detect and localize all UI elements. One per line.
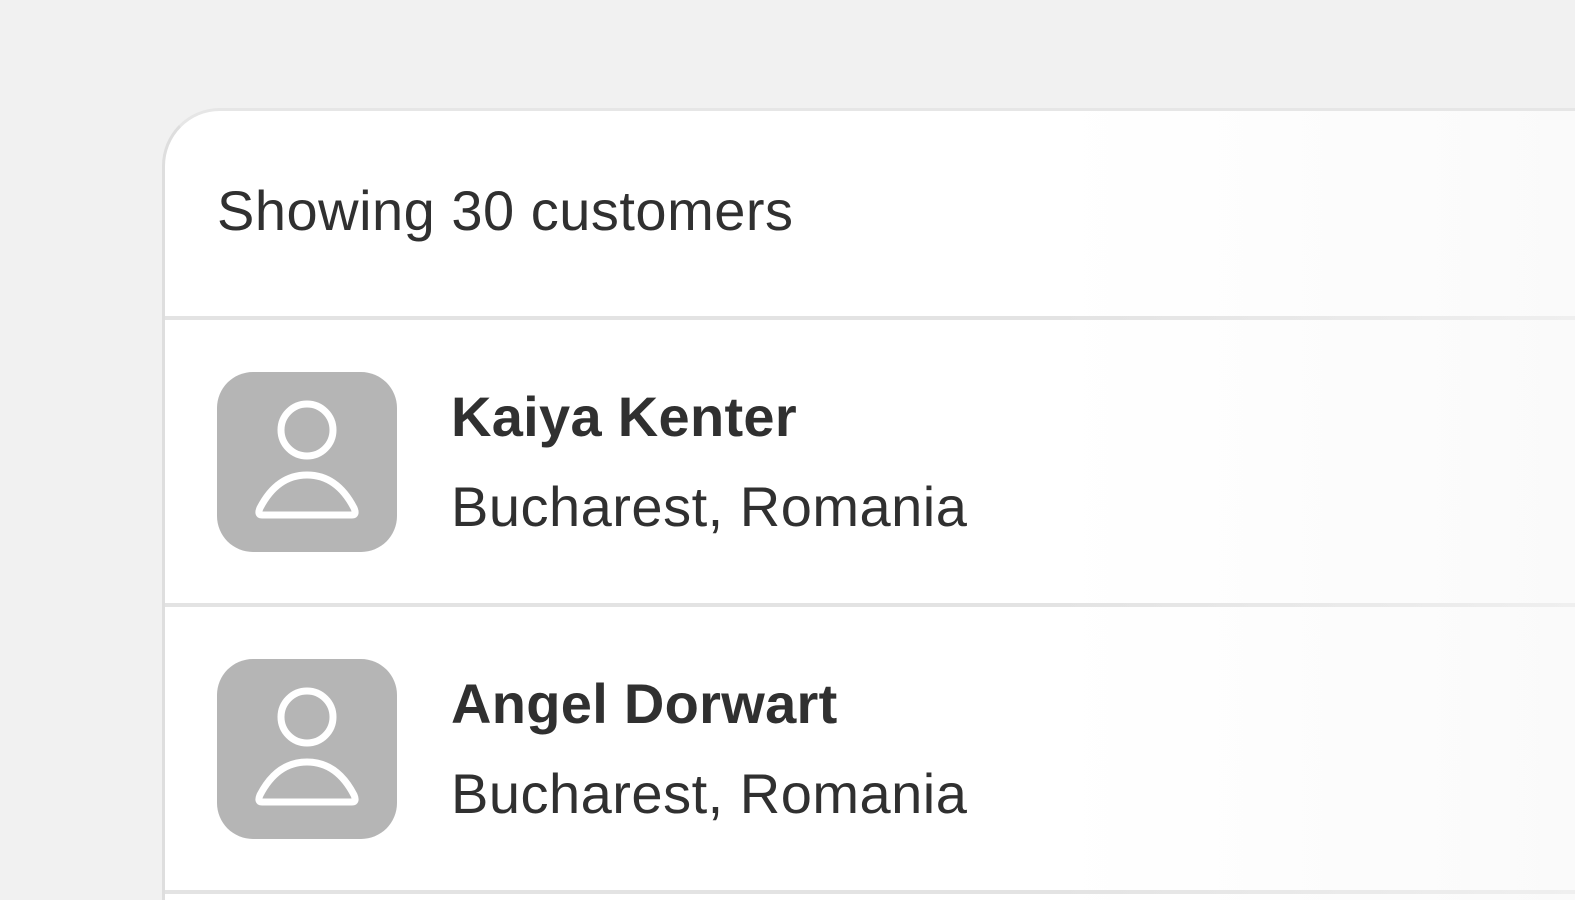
customer-location: Bucharest, Romania: [451, 761, 968, 825]
person-placeholder-icon: [255, 687, 359, 805]
customers-card: Showing 30 customers Kaiya Kenter Buchar…: [162, 108, 1575, 900]
customer-location: Bucharest, Romania: [451, 474, 968, 538]
customer-row[interactable]: Kaiya Kenter Bucharest, Romania: [165, 320, 1575, 607]
customer-info: Angel Dorwart Bucharest, Romania: [451, 671, 968, 825]
customer-row[interactable]: Angel Dorwart Bucharest, Romania: [165, 607, 1575, 894]
customer-name: Angel Dorwart: [451, 671, 838, 735]
customer-info: Kaiya Kenter Bucharest, Romania: [451, 384, 968, 538]
avatar: [217, 371, 397, 552]
person-placeholder-icon: [255, 400, 359, 518]
customers-list-header: Showing 30 customers: [165, 111, 1575, 320]
customer-name: Kaiya Kenter: [451, 384, 797, 448]
customer-count-text: Showing 30 customers: [217, 179, 794, 242]
avatar: [217, 658, 397, 839]
